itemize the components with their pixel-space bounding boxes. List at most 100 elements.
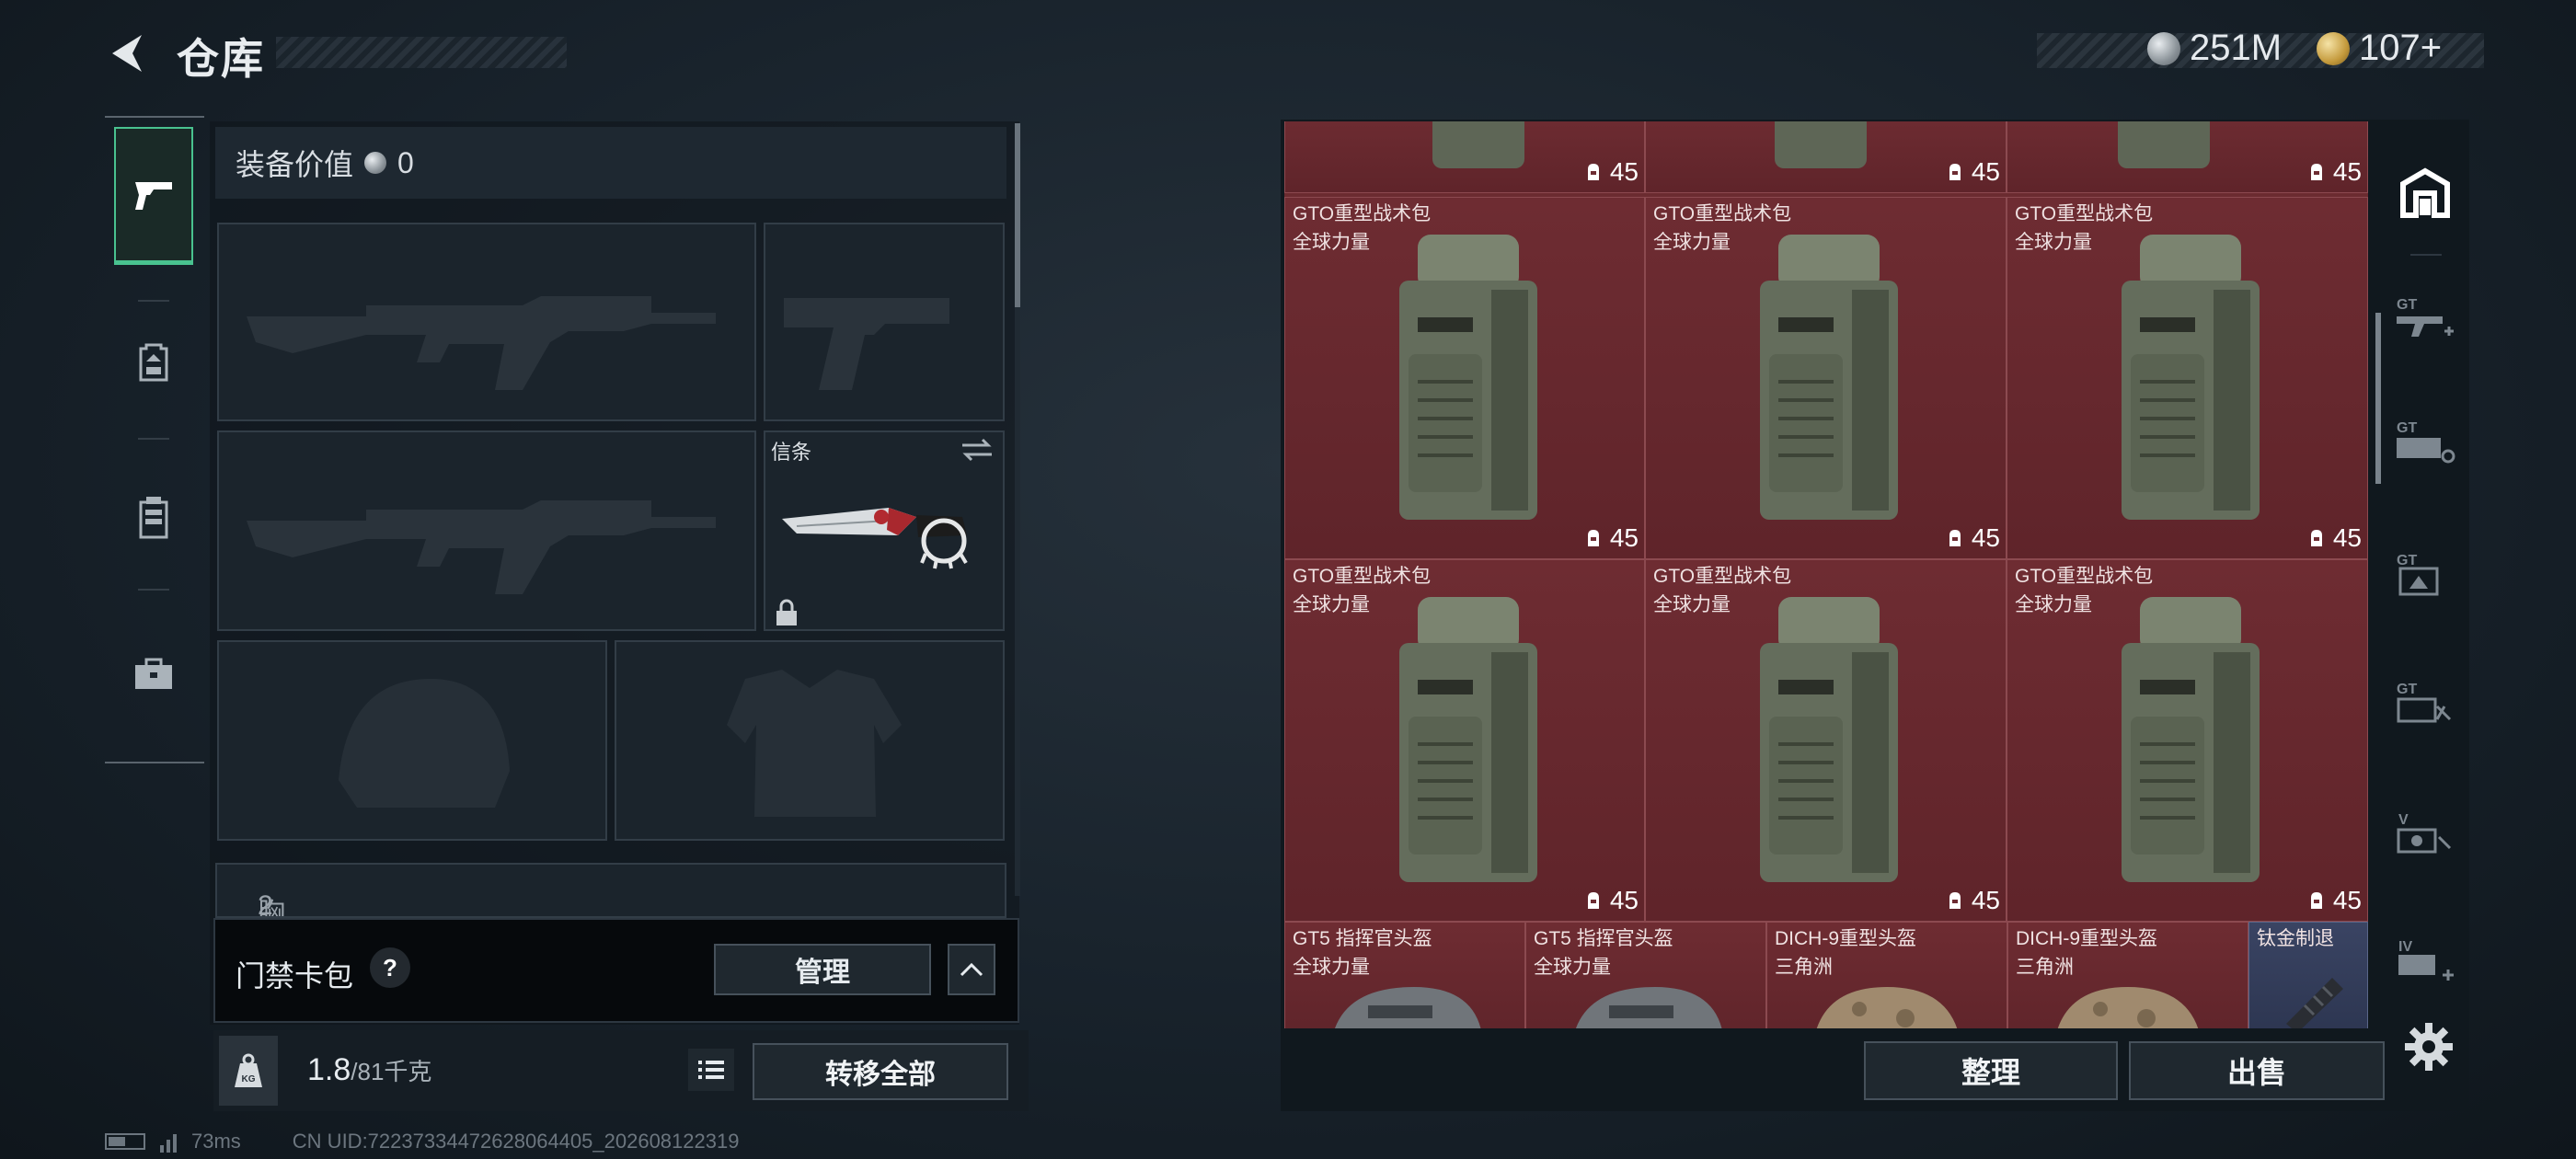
item-name: DICH-9重型头盔 bbox=[2016, 928, 2158, 949]
list-view-button[interactable] bbox=[688, 1049, 734, 1091]
backpack-icon bbox=[139, 343, 168, 382]
item-faction: 全球力量 bbox=[1293, 232, 1370, 253]
item-faction: 全球力量 bbox=[2015, 594, 2092, 615]
transfer-all-button[interactable]: 转移全部 bbox=[753, 1043, 1008, 1100]
warehouse-item[interactable]: 45 bbox=[1284, 121, 1645, 193]
warehouse-item[interactable]: 钛金制退 bbox=[2248, 922, 2368, 1028]
hafu-coin-icon bbox=[364, 152, 387, 174]
warehouse-item[interactable]: GTO重型战术包 全球力量 45 bbox=[2007, 559, 2368, 922]
pistol-silhouette-icon bbox=[784, 298, 949, 390]
melee-label: 信条 bbox=[771, 441, 812, 464]
warehouse-item[interactable]: GTO重型战术包 全球力量 45 bbox=[1284, 559, 1645, 922]
category-gt1-equipment[interactable]: GT bbox=[2388, 405, 2462, 478]
item-faction: 三角洲 bbox=[1775, 957, 1833, 978]
durability-icon bbox=[1949, 164, 1961, 180]
primary-weapon-slot[interactable] bbox=[217, 223, 756, 421]
chest-rig-slot[interactable]: 胸挂 2 bbox=[215, 863, 1006, 918]
rifle-silhouette-icon bbox=[247, 296, 716, 390]
warehouse-item[interactable]: DICH-9重型头盔 三角洲 bbox=[1766, 922, 2007, 1028]
category-all[interactable] bbox=[2388, 156, 2462, 230]
armor-slot[interactable] bbox=[615, 640, 1005, 841]
item-faction: 三角洲 bbox=[2016, 957, 2074, 978]
backpack-image bbox=[1760, 235, 1898, 520]
gold-token-icon bbox=[2317, 31, 2350, 65]
durability-icon bbox=[1949, 530, 1961, 546]
secondary-weapon-slot[interactable] bbox=[217, 430, 756, 631]
knife-image bbox=[782, 508, 968, 569]
manage-button[interactable]: 管理 bbox=[714, 944, 931, 995]
loadout-value-label: 装备价值 bbox=[236, 148, 354, 181]
warehouse-item[interactable]: GT5 指挥官头盔 全球力量 bbox=[1284, 922, 1525, 1028]
category-v[interactable]: V bbox=[2388, 797, 2462, 870]
warehouse-item[interactable]: GT5 指挥官头盔 全球力量 bbox=[1525, 922, 1766, 1028]
help-icon[interactable]: ? bbox=[370, 947, 410, 988]
status-bar: 73ms CN UID:72237334472628064405_2026081… bbox=[105, 1130, 739, 1153]
back-arrow-icon[interactable] bbox=[103, 26, 158, 81]
access-card-label: 门禁卡包 bbox=[236, 959, 354, 993]
lock-icon bbox=[776, 599, 797, 625]
item-faction: 全球力量 bbox=[1534, 957, 1611, 978]
tab-divider bbox=[138, 438, 169, 440]
svg-text:GT: GT bbox=[2397, 682, 2417, 697]
category-iv[interactable]: IV bbox=[2388, 924, 2462, 997]
category-gt1-weapons[interactable]: GT bbox=[2388, 281, 2462, 355]
item-faction: 全球力量 bbox=[2015, 232, 2092, 253]
tab-case[interactable] bbox=[114, 605, 193, 743]
durability: 45 bbox=[1584, 523, 1639, 553]
category-gt1-gear[interactable]: GT bbox=[2388, 537, 2462, 611]
battery-icon bbox=[105, 1133, 145, 1150]
rifle-silhouette-icon bbox=[247, 500, 716, 594]
tab-backpack[interactable] bbox=[114, 293, 193, 430]
helmet-slot[interactable] bbox=[217, 640, 607, 841]
chevron-up-icon bbox=[960, 962, 983, 977]
warehouse-item[interactable]: GTO重型战术包 全球力量 45 bbox=[1284, 197, 1645, 559]
warehouse-item[interactable]: 45 bbox=[2007, 121, 2368, 193]
item-name: 钛金制退 bbox=[2257, 928, 2334, 949]
warehouse-scrollbar[interactable] bbox=[2375, 313, 2381, 484]
svg-text:V: V bbox=[2398, 812, 2409, 828]
gear-icon[interactable] bbox=[2401, 1019, 2456, 1074]
tab-rig[interactable] bbox=[114, 449, 193, 587]
sidearm-slot[interactable] bbox=[764, 223, 1005, 421]
durability: 45 bbox=[2307, 157, 2362, 187]
category-divider bbox=[2410, 254, 2442, 256]
warehouse-item[interactable]: GTO重型战术包 全球力量 45 bbox=[2007, 197, 2368, 559]
item-faction: 全球力量 bbox=[1653, 594, 1731, 615]
title-decoration bbox=[276, 37, 567, 68]
equipment-category-icon: GT bbox=[2397, 420, 2455, 464]
warehouse-item[interactable]: DICH-9重型头盔 三角洲 bbox=[2007, 922, 2248, 1028]
hafu-coin-balance[interactable]: 251M bbox=[2147, 28, 2282, 69]
pistol-icon bbox=[135, 181, 172, 210]
tab-weapons[interactable] bbox=[114, 127, 193, 265]
durability: 45 bbox=[1946, 523, 2000, 553]
item-faction: 全球力量 bbox=[1653, 232, 1731, 253]
sort-button[interactable]: 整理 bbox=[1864, 1041, 2118, 1100]
durability: 45 bbox=[1946, 886, 2000, 915]
warehouse-item[interactable]: 45 bbox=[1645, 121, 2007, 193]
gold-token-value: 107+ bbox=[2359, 28, 2443, 68]
helmet-image bbox=[1576, 987, 1722, 1028]
loadout-scrollbar[interactable] bbox=[1015, 123, 1020, 896]
durability: 45 bbox=[2307, 523, 2362, 553]
materials-category-icon: GT bbox=[2397, 682, 2452, 723]
helmet-silhouette-icon bbox=[339, 679, 510, 808]
svg-text:GT: GT bbox=[2397, 553, 2417, 568]
item-name: GT5 指挥官头盔 bbox=[1293, 928, 1432, 949]
warehouse-item[interactable]: GTO重型战术包 全球力量 45 bbox=[1645, 559, 2007, 922]
gold-token-balance[interactable]: 107+ bbox=[2317, 28, 2442, 69]
category-gt1-materials[interactable]: GT bbox=[2388, 666, 2462, 740]
carry-weight: 1.8/81千克 bbox=[307, 1052, 431, 1088]
backpack-image bbox=[2118, 121, 2210, 168]
sell-button[interactable]: 出售 bbox=[2129, 1041, 2385, 1100]
swap-icon[interactable] bbox=[959, 436, 995, 464]
carry-weight-current: 1.8 bbox=[307, 1052, 351, 1087]
collapse-button[interactable] bbox=[948, 944, 995, 995]
durability: 45 bbox=[1584, 157, 1639, 187]
uid-text: CN UID:72237334472628064405_202608122319 bbox=[292, 1130, 740, 1153]
durability-icon bbox=[1587, 530, 1599, 546]
item-name: GT5 指挥官头盔 bbox=[1534, 928, 1673, 949]
warehouse-item[interactable]: GTO重型战术包 全球力量 45 bbox=[1645, 197, 2007, 559]
vest-icon bbox=[139, 497, 168, 539]
svg-text:GT: GT bbox=[2397, 420, 2417, 436]
durability-icon bbox=[1587, 892, 1599, 909]
